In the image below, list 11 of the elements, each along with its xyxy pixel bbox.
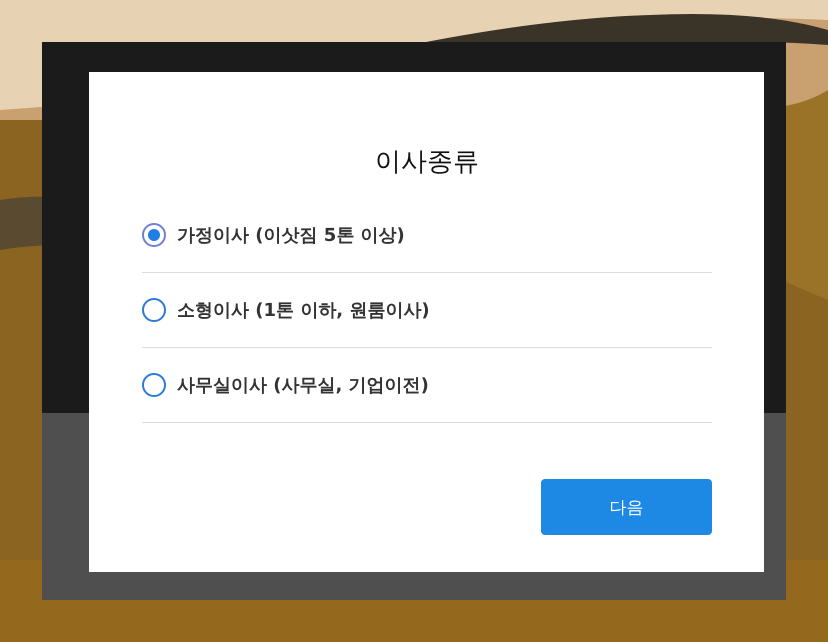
dialog-title: 이사종류 — [374, 146, 480, 179]
next-button[interactable]: 다음 — [541, 479, 712, 535]
radio-option[interactable]: 가정이사 (이삿짐 5톤 이상) — [142, 198, 712, 273]
option-label: 사무실이사 (사무실, 기업이전) — [177, 374, 429, 397]
option-label: 소형이사 (1톤 이하, 원룸이사) — [177, 299, 430, 322]
radio-button[interactable] — [142, 298, 166, 322]
option-label: 가정이사 (이삿짐 5톤 이상) — [177, 224, 405, 247]
radio-option[interactable]: 소형이사 (1톤 이하, 원룸이사) — [142, 273, 712, 348]
radio-button[interactable] — [142, 223, 166, 247]
radio-option[interactable]: 사무실이사 (사무실, 기업이전) — [142, 348, 712, 423]
radio-button[interactable] — [142, 373, 166, 397]
